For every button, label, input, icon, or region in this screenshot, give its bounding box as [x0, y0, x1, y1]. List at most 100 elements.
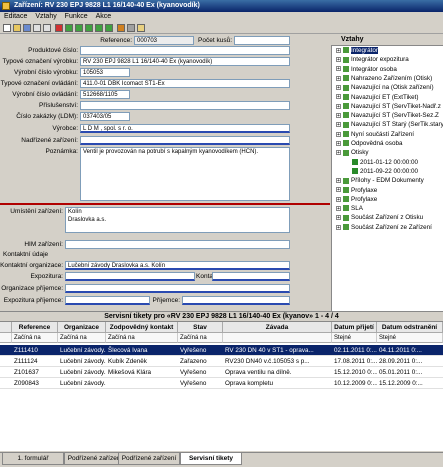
expand-icon[interactable]: +: [336, 122, 341, 128]
reference-field[interactable]: 000703: [134, 36, 194, 45]
column-filter[interactable]: Začíná na: [178, 333, 223, 343]
column-filter[interactable]: Začíná na: [58, 333, 106, 343]
relation-item[interactable]: + Nahrazeno Zařízením (Otisk): [336, 75, 432, 83]
expand-icon[interactable]: +: [336, 140, 341, 146]
arrow-up-icon[interactable]: [75, 24, 83, 32]
column-filter[interactable]: [223, 333, 332, 343]
typove-oznaceni-ovladani-field[interactable]: 411.0-01 DBK Icomact ST1-Ex: [80, 79, 290, 88]
tab-servisni-tikety[interactable]: Servisní tikety: [180, 453, 242, 465]
add-icon[interactable]: [65, 24, 73, 32]
refresh-icon[interactable]: [117, 24, 125, 32]
kontakt-field[interactable]: [212, 272, 290, 281]
column-header[interactable]: Stav: [178, 322, 223, 333]
column-header[interactable]: [0, 322, 12, 333]
tab-podrizene-zarizeni-2[interactable]: Podřízené zařízení: [118, 453, 180, 465]
table-row[interactable]: Z111124 Lučební závody... Kubík Zdeněk Zařa…: [0, 356, 443, 367]
expand-icon[interactable]: +: [336, 187, 341, 193]
tab-podrizene-zarizeni-1[interactable]: Podřízené zařízení: [64, 453, 126, 465]
table-row[interactable]: Z101637 Lučební závody... Mikešová Klára Vy…: [0, 367, 443, 378]
paste-icon[interactable]: [43, 24, 51, 32]
column-header[interactable]: Organizace: [58, 322, 106, 333]
relation-item[interactable]: + Nyní součástí Zařízení: [336, 131, 414, 139]
expozitura-field[interactable]: [65, 272, 195, 281]
relation-item[interactable]: 2011-09-22 00:00:00: [352, 168, 418, 176]
expand-icon[interactable]: +: [336, 66, 341, 72]
relation-item[interactable]: + Navazující ET (ExtTiket): [336, 94, 419, 102]
relation-item[interactable]: + Součást Zařízení z Otisku: [336, 214, 423, 222]
tab-formular[interactable]: 1. formulář: [2, 453, 64, 465]
print-icon[interactable]: [127, 24, 135, 32]
expand-icon[interactable]: +: [336, 178, 341, 184]
relation-item[interactable]: + Navazující ST (ServTiket-Nadř.z: [336, 103, 441, 111]
column-filter[interactable]: Stejné: [332, 333, 377, 343]
relation-item[interactable]: + Součást Zařízení ze Zařízení: [336, 224, 432, 232]
column-header[interactable]: Závada: [223, 322, 332, 333]
arrow-left-icon[interactable]: [95, 24, 103, 32]
vyrobni-cislo-ovladani-field[interactable]: 512668/1105: [80, 90, 130, 99]
relation-item[interactable]: + Navazující ST (ServTiket-Sez.Z: [336, 112, 439, 120]
column-header[interactable]: Datum přijetí: [332, 322, 377, 333]
expand-icon[interactable]: +: [336, 205, 341, 211]
open-folder-icon[interactable]: [13, 24, 21, 32]
vyrobni-cislo-vyrobku-field[interactable]: 105053: [80, 68, 130, 77]
column-header[interactable]: Datum odstranění: [377, 322, 443, 333]
column-filter[interactable]: [0, 333, 12, 343]
save-icon[interactable]: [23, 24, 31, 32]
arrow-right-icon[interactable]: [105, 24, 113, 32]
him-field[interactable]: [65, 240, 290, 249]
table-row[interactable]: Z111410 Lučební závody... Šlecová Ivana Vyř…: [0, 345, 443, 356]
prislusenstvi-field[interactable]: [80, 101, 290, 110]
organizace-prijemce-field[interactable]: [65, 284, 290, 293]
relation-item[interactable]: 2011-01-12 00:00:00: [352, 159, 418, 167]
expand-icon[interactable]: +: [336, 196, 341, 202]
expand-icon[interactable]: +: [336, 224, 341, 230]
column-header[interactable]: Reference: [12, 322, 58, 333]
pocet-kusu-field[interactable]: [234, 36, 290, 45]
column-header[interactable]: Zodpovědný kontakt: [106, 322, 178, 333]
arrow-down-icon[interactable]: [85, 24, 93, 32]
relation-item[interactable]: + Otisky: [336, 149, 369, 157]
expand-icon[interactable]: +: [336, 75, 341, 81]
menu-editace[interactable]: Editace: [4, 13, 27, 20]
note-icon[interactable]: [137, 24, 145, 32]
relation-item[interactable]: + Profylaxe: [336, 187, 377, 195]
relation-item[interactable]: + Odpovědná osoba: [336, 140, 402, 148]
umisteni-field[interactable]: Kolín Draslovka a.s.: [65, 207, 290, 233]
prijemce-field[interactable]: [182, 296, 290, 305]
delete-icon[interactable]: [55, 24, 63, 32]
copy-icon[interactable]: [33, 24, 41, 32]
expand-icon[interactable]: +: [336, 150, 341, 156]
relation-item[interactable]: + Integrátor osoba: [336, 66, 397, 74]
relation-item[interactable]: + SLA: [336, 205, 363, 213]
typove-oznaceni-vyrobku-field[interactable]: RV 230 EPJ 9828 L1 16/140-40 Ex (kyanovo…: [80, 57, 290, 66]
relation-item[interactable]: + Integrátor expozitura: [336, 56, 409, 64]
table-row[interactable]: Z090843 Lučební závody... Vyřešeno Oprava k…: [0, 378, 443, 389]
relation-item[interactable]: + Přílohy - EDM Dokumenty: [336, 177, 424, 185]
expand-icon[interactable]: +: [336, 85, 341, 91]
poznamka-field[interactable]: Ventil je provozován na potrubí s kapaln…: [80, 147, 290, 201]
column-filter[interactable]: Začíná na: [106, 333, 178, 343]
expand-icon[interactable]: +: [336, 103, 341, 109]
relation-item[interactable]: + Integrátor: [336, 47, 378, 55]
expand-icon[interactable]: +: [336, 94, 341, 100]
relation-item[interactable]: + Navazující na (Otisk zařízení): [336, 84, 434, 92]
column-filter[interactable]: Stejné: [377, 333, 443, 343]
relation-item[interactable]: + Profylaxe: [336, 196, 377, 204]
expand-icon[interactable]: +: [336, 131, 341, 137]
expand-icon[interactable]: +: [336, 215, 341, 221]
relation-item[interactable]: + Navazující ST Starý (SerTik.stary: [336, 121, 443, 129]
menu-vztahy[interactable]: Vztahy: [35, 13, 56, 20]
column-filter[interactable]: Začíná na: [12, 333, 58, 343]
expand-icon[interactable]: +: [336, 47, 341, 53]
expand-icon[interactable]: +: [336, 57, 341, 63]
new-icon[interactable]: [3, 24, 11, 32]
menu-akce[interactable]: Akce: [96, 13, 112, 20]
kontaktni-organizace-field[interactable]: Lučební závody Draslovka a.s. Kolín: [65, 261, 290, 270]
menu-funkce[interactable]: Funkce: [65, 13, 88, 20]
nadrizene-zarizeni-field[interactable]: [80, 136, 290, 145]
cislo-zakazky-field[interactable]: 037403/05: [80, 112, 130, 121]
vyrobce-field[interactable]: L D M , spol. s r. o.: [80, 124, 290, 133]
produktove-cislo-field[interactable]: [80, 46, 290, 55]
expand-icon[interactable]: +: [336, 112, 341, 118]
expozitura-prijemce-field[interactable]: [65, 296, 150, 305]
